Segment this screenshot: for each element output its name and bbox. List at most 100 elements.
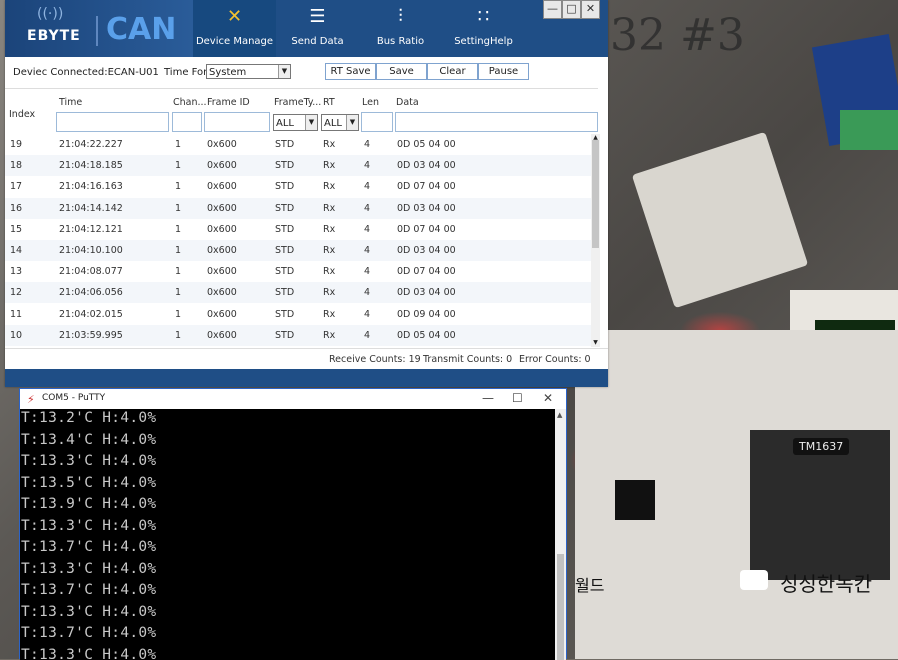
row-rt: Rx: [323, 139, 335, 150]
table-row[interactable]: 1321:04:08.07710x600STDRx40D 07 04 00: [5, 261, 598, 282]
mcu-chip: [615, 480, 655, 520]
setting-help-button[interactable]: ∷ SettingHelp: [442, 0, 525, 57]
logo-product: CAN: [106, 12, 176, 47]
row-frame-id: 0x600: [207, 181, 237, 192]
putty-minimize-button[interactable]: —: [482, 391, 494, 405]
row-frame-type: STD: [275, 287, 294, 298]
row-len: 4: [364, 266, 370, 277]
row-index: 12: [10, 287, 22, 298]
table-scrollbar[interactable]: ▲ ▼: [591, 134, 600, 347]
grid-icon: ∷: [442, 6, 525, 28]
minimize-button[interactable]: —: [543, 0, 562, 19]
close-button[interactable]: ✕: [581, 0, 600, 19]
row-rt: Rx: [323, 245, 335, 256]
bus-ratio-label: Bus Ratio: [359, 36, 442, 47]
putty-title: COM5 - PuTTY: [42, 393, 105, 403]
scrollbar-thumb[interactable]: [592, 140, 599, 248]
table-row[interactable]: 1421:04:10.10010x600STDRx40D 03 04 00: [5, 240, 598, 261]
row-channel: 1: [175, 181, 181, 192]
time-format-select[interactable]: System ▼: [206, 64, 291, 79]
row-data: 0D 03 04 00: [397, 287, 456, 298]
putty-close-button[interactable]: ✕: [543, 391, 553, 405]
pause-button[interactable]: Pause: [478, 63, 529, 80]
row-time: 21:04:16.163: [59, 181, 123, 192]
terminal-line: T:13.3'C H:4.0%: [21, 604, 156, 620]
table-row[interactable]: 1221:04:06.05610x600STDRx40D 03 04 00: [5, 282, 598, 303]
row-time: 21:03:59.995: [59, 330, 123, 341]
row-index: 17: [10, 181, 22, 192]
bus-ratio-button[interactable]: ⫶ Bus Ratio: [359, 0, 442, 57]
row-channel: 1: [175, 203, 181, 214]
col-frame-type: FrameTy...: [274, 97, 321, 108]
terminal-scrollbar[interactable]: ▲: [555, 409, 566, 660]
col-time: Time: [59, 97, 82, 108]
row-frame-type: STD: [275, 224, 294, 235]
error-counts: Error Counts: 0: [519, 354, 591, 365]
col-frame-id: Frame ID: [207, 97, 250, 108]
row-channel: 1: [175, 139, 181, 150]
bottom-bar: [5, 369, 608, 387]
table-row[interactable]: 1521:04:12.12110x600STDRx40D 07 04 00: [5, 219, 598, 240]
filter-time-input[interactable]: [56, 112, 169, 132]
row-frame-type: STD: [275, 181, 294, 192]
row-rt: Rx: [323, 224, 335, 235]
filter-rt-select[interactable]: ALL ▼: [321, 114, 359, 131]
clear-button[interactable]: Clear: [427, 63, 478, 80]
row-channel: 1: [175, 224, 181, 235]
putty-maximize-button[interactable]: ☐: [512, 391, 523, 405]
terminal-block: [840, 110, 898, 150]
row-index: 11: [10, 309, 22, 320]
putty-window: ⚡ COM5 - PuTTY — ☐ ✕ T:13.2'C H:4.0%T:13…: [19, 388, 567, 659]
table-row[interactable]: 1821:04:18.18510x600STDRx40D 03 04 00: [5, 155, 598, 176]
row-rt: Rx: [323, 287, 335, 298]
filter-len-input[interactable]: [361, 112, 393, 132]
send-data-button[interactable]: ☰ Send Data: [276, 0, 359, 57]
row-len: 4: [364, 245, 370, 256]
board-korean-text: 싱싱한녹칸: [780, 568, 872, 597]
row-rt: Rx: [323, 309, 335, 320]
send-data-label: Send Data: [276, 36, 359, 47]
row-frame-id: 0x600: [207, 160, 237, 171]
terminal-output[interactable]: T:13.2'C H:4.0%T:13.4'C H:4.0%T:13.3'C H…: [20, 409, 555, 660]
row-frame-type: STD: [275, 330, 294, 341]
table-row[interactable]: 1121:04:02.01510x600STDRx40D 09 04 00: [5, 304, 598, 325]
row-frame-id: 0x600: [207, 139, 237, 150]
save-button[interactable]: Save: [376, 63, 427, 80]
filter-frame-id-input[interactable]: [204, 112, 270, 132]
device-manage-button[interactable]: ✕ Device Manage: [193, 0, 276, 57]
table-row[interactable]: 1921:04:22.22710x600STDRx40D 05 04 00: [5, 134, 598, 155]
tools-icon: ✕: [193, 6, 276, 28]
filter-data-input[interactable]: [395, 112, 598, 132]
row-data: 0D 07 04 00: [397, 266, 456, 277]
table-row[interactable]: 1621:04:14.14210x600STDRx40D 03 04 00: [5, 198, 598, 219]
row-time: 21:04:08.077: [59, 266, 123, 277]
row-time: 21:04:10.100: [59, 245, 123, 256]
scroll-down-icon[interactable]: ▼: [591, 339, 600, 346]
table-row[interactable]: 1721:04:16.16310x600STDRx40D 07 04 00: [5, 176, 598, 197]
row-len: 4: [364, 309, 370, 320]
row-frame-id: 0x600: [207, 330, 237, 341]
device-manage-label: Device Manage: [193, 36, 276, 47]
filter-frame-type-select[interactable]: ALL ▼: [273, 114, 318, 131]
terminal-scrollbar-thumb[interactable]: [557, 554, 564, 660]
row-data: 0D 03 04 00: [397, 160, 456, 171]
restore-button[interactable]: □: [562, 0, 581, 19]
grid-header: Index Time Chan... Frame ID FrameTy... R…: [5, 88, 598, 135]
filter-channel-input[interactable]: [172, 112, 202, 132]
terminal-line: T:13.7'C H:4.0%: [21, 582, 156, 598]
logo-separator: [96, 16, 98, 46]
row-time: 21:04:22.227: [59, 139, 123, 150]
row-channel: 1: [175, 309, 181, 320]
ebyte-logo: ((·)) EBYTE CAN: [5, 0, 193, 57]
scroll-up-icon[interactable]: ▲: [557, 411, 562, 419]
row-data: 0D 05 04 00: [397, 139, 456, 150]
tm1637-label: TM1637: [793, 438, 849, 455]
row-index: 19: [10, 139, 22, 150]
rt-save-button[interactable]: RT Save: [325, 63, 376, 80]
row-rt: Rx: [323, 266, 335, 277]
row-frame-type: STD: [275, 160, 294, 171]
row-len: 4: [364, 330, 370, 341]
nucleo-board: TM1637 월드 싱싱한녹칸: [575, 330, 898, 659]
equalizer-icon: ⫶: [359, 6, 442, 28]
table-row[interactable]: 1021:03:59.99510x600STDRx40D 05 04 00: [5, 325, 598, 346]
